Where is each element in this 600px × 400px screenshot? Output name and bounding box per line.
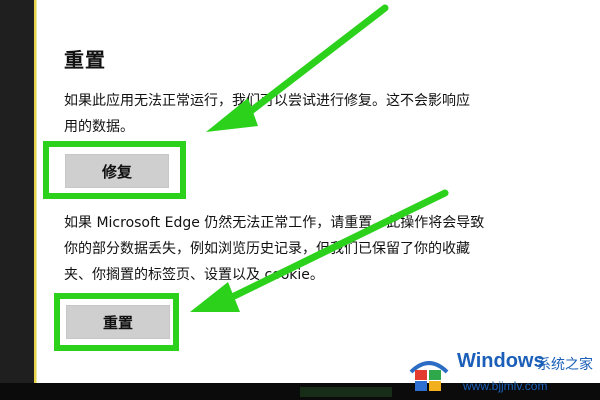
- taskbar-highlight: [300, 387, 392, 397]
- reset-button[interactable]: 重置: [66, 305, 170, 339]
- watermark-url: www.bjjmlv.com: [463, 379, 548, 393]
- left-dark-strip: [0, 0, 34, 400]
- windows-watermark: Windows 系统之家 www.bjjmlv.com: [405, 346, 595, 400]
- repair-button[interactable]: 修复: [65, 154, 169, 188]
- watermark-brand-word: Windows: [457, 350, 545, 372]
- reset-description-line: 夹、你搁置的标签页、设置以及 cookie。: [64, 267, 324, 283]
- reset-description-line: 你的部分数据丢失，例如浏览历史记录，但我们已保留了你的收藏: [64, 241, 470, 257]
- watermark-brand-cn: 系统之家: [537, 357, 593, 373]
- section-title: 重置: [64, 48, 106, 72]
- repair-description-line: 用的数据。: [64, 119, 134, 135]
- windows-logo-icon: [409, 361, 449, 391]
- repair-description-line: 如果此应用无法正常运行，我们可以尝试进行修复。这不会影响应: [64, 93, 470, 109]
- reset-description-line: 如果 Microsoft Edge 仍然无法正常工作，请重置。此操作将会导致: [64, 215, 485, 231]
- reset-description: 如果 Microsoft Edge 仍然无法正常工作，请重置。此操作将会导致 你…: [64, 210, 584, 288]
- repair-description: 如果此应用无法正常运行，我们可以尝试进行修复。这不会影响应 用的数据。: [64, 88, 564, 140]
